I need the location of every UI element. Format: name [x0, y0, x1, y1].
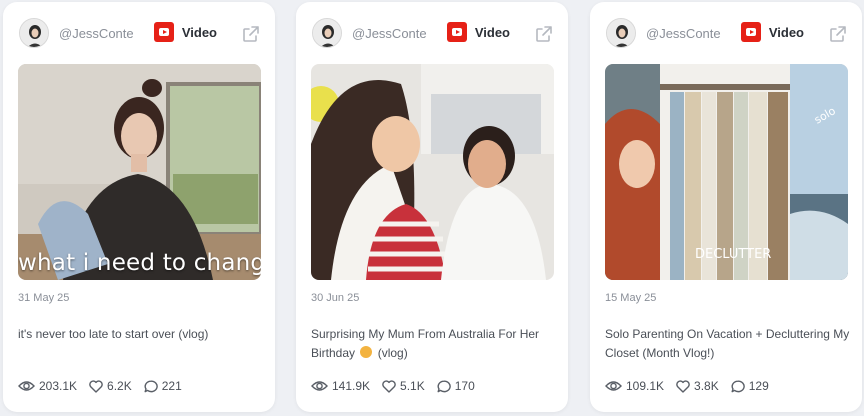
platform-badge: Video [446, 22, 510, 42]
likes-count: 6.2K [107, 379, 132, 393]
views-stat: 109.1K [605, 379, 664, 393]
thumbnail-caption: what i need to change [18, 250, 261, 276]
post-date: 15 May 25 [605, 292, 657, 304]
creator-handle[interactable]: @JessConte [59, 26, 134, 41]
likes-count: 5.1K [400, 379, 425, 393]
card-header: @JessConte Video [296, 2, 568, 62]
heart-icon [382, 379, 396, 393]
thumbnail-caption: DECLUTTER [695, 247, 771, 262]
video-title[interactable]: it's never too late to start over (vlog) [18, 325, 264, 344]
platform-label: Video [474, 24, 510, 40]
youtube-icon [153, 22, 174, 42]
video-thumbnail[interactable]: DECLUTTER solo [605, 64, 848, 280]
card-header: @JessConte Video [590, 2, 862, 62]
likes-stat: 5.1K [382, 379, 425, 393]
comments-count: 170 [454, 379, 475, 393]
eye-icon [605, 381, 622, 391]
heart-icon [89, 379, 103, 393]
video-title[interactable]: Surprising My Mum From Australia For Her… [311, 325, 557, 363]
video-card[interactable]: @JessConte Video what i need to change 3… [3, 2, 275, 412]
views-stat: 203.1K [18, 379, 77, 393]
likes-stat: 3.8K [676, 379, 719, 393]
engagement-stats: 203.1K 6.2K 221 [18, 379, 182, 393]
comments-stat: 221 [144, 379, 182, 393]
comment-icon [437, 379, 451, 392]
smiling-face-emoji-icon [360, 346, 373, 358]
video-thumbnail[interactable]: what i need to change [18, 64, 261, 280]
platform-badge: Video [740, 22, 804, 42]
creator-handle[interactable]: @JessConte [646, 26, 721, 41]
comment-icon [144, 379, 158, 392]
external-link-icon[interactable] [241, 24, 261, 44]
card-header: @JessConte Video [3, 2, 275, 62]
video-thumbnail[interactable] [311, 64, 554, 280]
post-date: 31 May 25 [18, 292, 70, 304]
comment-icon [731, 379, 745, 392]
comments-stat: 129 [731, 379, 769, 393]
engagement-stats: 109.1K 3.8K 129 [605, 379, 769, 393]
views-stat: 141.9K [311, 379, 370, 393]
platform-badge: Video [153, 22, 217, 42]
video-card[interactable]: @JessConte Video DECLUTTER solo 15 May 2… [590, 2, 862, 412]
youtube-icon [740, 22, 761, 42]
eye-icon [311, 381, 328, 391]
avatar[interactable] [606, 18, 636, 48]
views-count: 203.1K [39, 379, 78, 393]
comments-count: 129 [748, 379, 769, 393]
youtube-icon [446, 22, 467, 42]
external-link-icon[interactable] [828, 24, 848, 44]
platform-label: Video [181, 24, 217, 40]
video-title[interactable]: Solo Parenting On Vacation + Declutterin… [605, 325, 851, 363]
creator-handle[interactable]: @JessConte [352, 26, 427, 41]
external-link-icon[interactable] [534, 24, 554, 44]
likes-count: 3.8K [694, 379, 719, 393]
title-text: (vlog) [374, 346, 408, 360]
views-count: 141.9K [332, 379, 371, 393]
views-count: 109.1K [626, 379, 665, 393]
likes-stat: 6.2K [89, 379, 132, 393]
platform-label: Video [768, 24, 804, 40]
engagement-stats: 141.9K 5.1K 170 [311, 379, 475, 393]
avatar[interactable] [19, 18, 49, 48]
title-text: Surprising My Mum From Australia For Her… [311, 327, 540, 360]
video-card[interactable]: @JessConte Video 30 Jun 25 Surprising My… [296, 2, 568, 412]
eye-icon [18, 381, 35, 391]
comments-stat: 170 [437, 379, 475, 393]
comments-count: 221 [161, 379, 182, 393]
post-date: 30 Jun 25 [311, 292, 360, 304]
heart-icon [676, 379, 690, 393]
avatar[interactable] [312, 18, 342, 48]
